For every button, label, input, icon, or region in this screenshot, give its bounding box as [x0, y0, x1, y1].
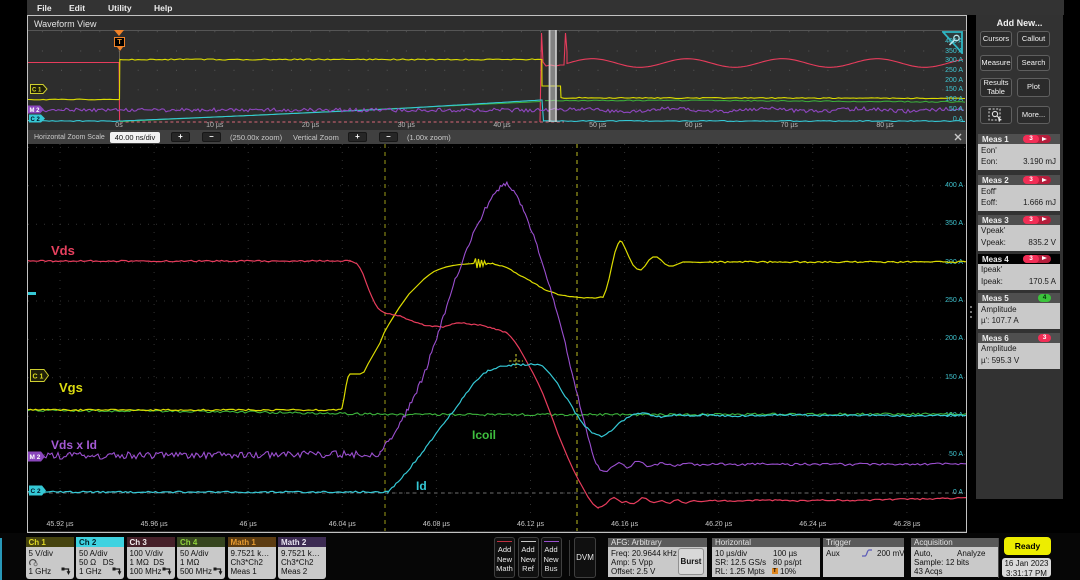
svg-text:M 2: M 2	[30, 454, 41, 461]
svg-text:C 2: C 2	[31, 488, 42, 495]
svg-text:C 1: C 1	[33, 374, 44, 381]
svg-text:C 2: C 2	[31, 116, 41, 122]
svg-text:C 1: C 1	[32, 88, 42, 94]
